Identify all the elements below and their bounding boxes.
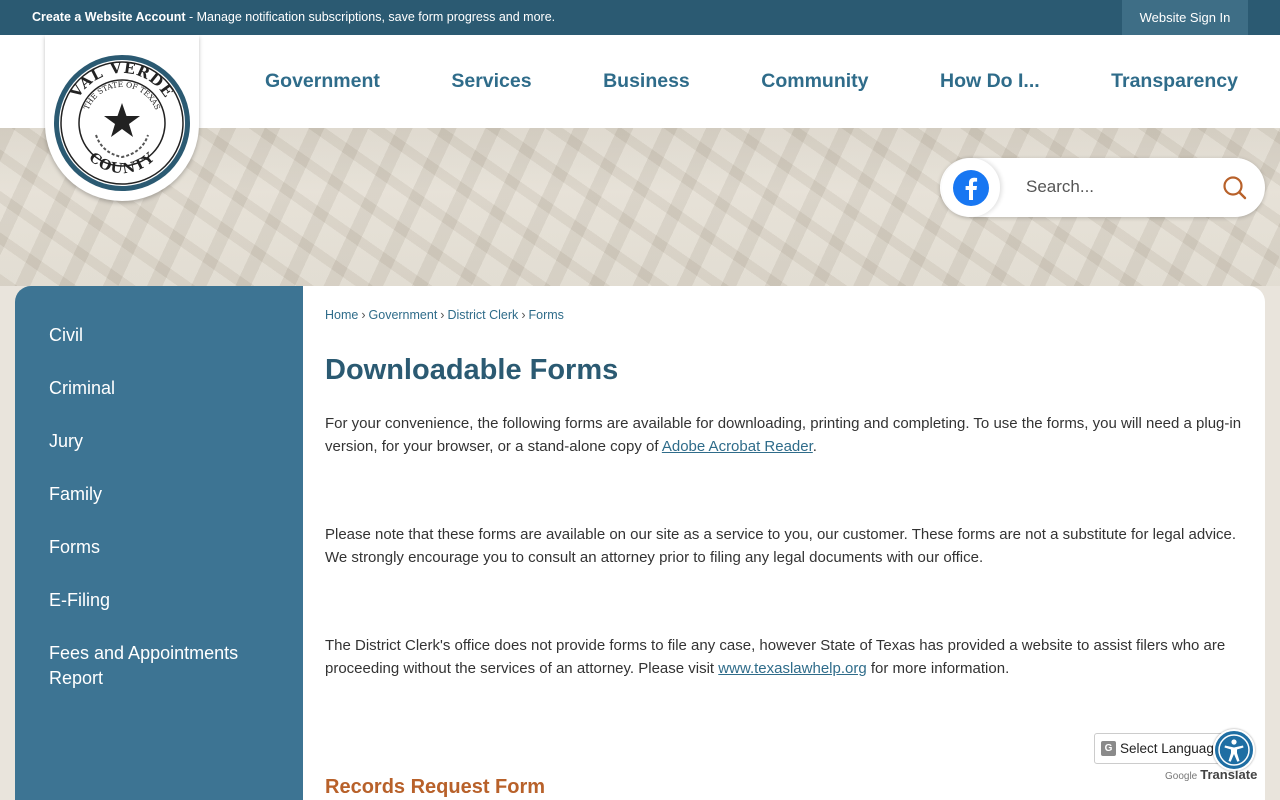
facebook-link[interactable]	[942, 158, 1000, 217]
texaslawhelp-link[interactable]: www.texaslawhelp.org	[718, 660, 866, 677]
texaslawhelp-end: for more information.	[866, 660, 1010, 677]
sidebar-item-criminal[interactable]: Criminal	[15, 362, 303, 415]
powered-google: Google	[1165, 771, 1198, 782]
sidebar-item-e-filing[interactable]: E-Filing	[15, 574, 303, 627]
top-bar: Create a Website Account - Manage notifi…	[0, 0, 1280, 35]
texaslawhelp-paragraph: The District Clerk's office does not pro…	[325, 634, 1245, 680]
facebook-icon	[953, 170, 989, 206]
breadcrumb: Home › Government › District Clerk › Forms	[325, 308, 1243, 322]
intro-paragraph: For your convenience, the following form…	[325, 412, 1245, 458]
account-description: - Manage notification subscriptions, sav…	[185, 10, 556, 24]
nav-how-do-i[interactable]: How Do I...	[940, 70, 1040, 93]
main-nav: Government Services Business Community H…	[230, 35, 1260, 128]
sidebar-item-civil[interactable]: Civil	[15, 309, 303, 362]
language-select-label: Select Language	[1120, 741, 1222, 756]
sidebar-item-family[interactable]: Family	[15, 468, 303, 521]
breadcrumb-home[interactable]: Home	[325, 308, 358, 322]
account-message: Create a Website Account - Manage notifi…	[32, 10, 555, 24]
search-button[interactable]	[1220, 173, 1250, 203]
nav-community[interactable]: Community	[761, 70, 868, 93]
google-translate-icon: G	[1101, 741, 1116, 756]
breadcrumb-separator: ›	[440, 308, 445, 322]
sidebar-item-forms[interactable]: Forms	[15, 521, 303, 574]
seal-icon: VAL VERDE COUNTY THE STATE OF TEXAS	[54, 55, 190, 191]
nav-services[interactable]: Services	[451, 70, 531, 93]
website-sign-in-button[interactable]: Website Sign In	[1122, 0, 1248, 35]
create-account-link[interactable]: Create a Website Account	[32, 10, 186, 24]
breadcrumb-government[interactable]: Government	[369, 308, 438, 322]
search-input[interactable]	[1026, 168, 1206, 206]
nav-business[interactable]: Business	[603, 70, 690, 93]
intro-end: .	[812, 438, 817, 455]
language-select[interactable]: G Select Language	[1094, 733, 1224, 764]
accessibility-icon	[1218, 734, 1250, 766]
search-icon	[1223, 176, 1247, 200]
accessibility-button[interactable]	[1213, 729, 1255, 771]
disclaimer-paragraph: Please note that these forms are availab…	[325, 526, 1237, 566]
sidebar-item-fees-report[interactable]: Fees and Appointments Report	[15, 627, 303, 705]
main-content: Home › Government › District Clerk › Forms Dow…	[303, 286, 1265, 800]
sidebar-nav: Civil Criminal Jury Family Forms E-Filin…	[15, 286, 303, 800]
sidebar-item-jury[interactable]: Jury	[15, 415, 303, 468]
records-request-heading[interactable]: Records Request Form	[325, 776, 545, 799]
nav-transparency[interactable]: Transparency	[1111, 70, 1238, 93]
breadcrumb-district-clerk[interactable]: District Clerk	[447, 308, 518, 322]
page-title: Downloadable Forms	[325, 354, 619, 386]
breadcrumb-forms[interactable]: Forms	[528, 308, 563, 322]
county-seal-logo[interactable]: VAL VERDE COUNTY THE STATE OF TEXAS	[45, 35, 199, 201]
breadcrumb-separator: ›	[521, 308, 526, 322]
adobe-acrobat-link[interactable]: Adobe Acrobat Reader	[662, 438, 813, 455]
powered-by-google: Google Translate	[1165, 767, 1257, 782]
breadcrumb-separator: ›	[361, 308, 366, 322]
nav-government[interactable]: Government	[265, 70, 380, 93]
